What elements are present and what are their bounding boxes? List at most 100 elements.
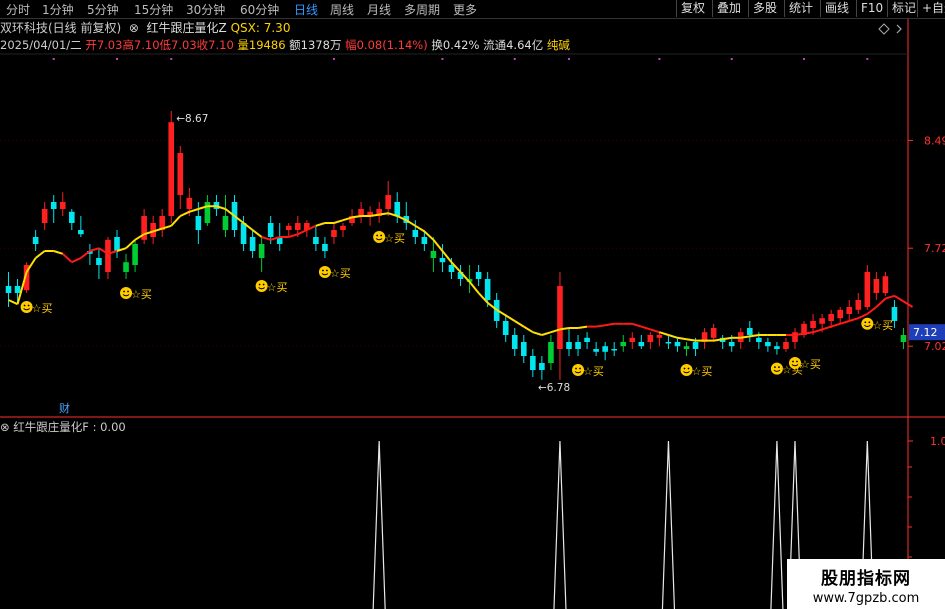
candle-body: [855, 300, 862, 310]
ma-line-segment: [713, 338, 723, 342]
ma-line-segment: [812, 328, 823, 334]
ma-line-segment: [686, 338, 696, 342]
mark-button[interactable]: 标记: [887, 0, 920, 17]
candle-body: [96, 258, 102, 265]
tab-15min[interactable]: 15分钟: [134, 1, 173, 18]
top-marker-dot: [170, 58, 173, 60]
tab-monthly[interactable]: 月线: [367, 1, 391, 18]
candle-body: [14, 286, 21, 293]
sub-indicator-toggle-icon[interactable]: ⊗: [0, 420, 13, 434]
stats-button[interactable]: 统计: [784, 0, 817, 17]
buy-signal-eye: [575, 367, 577, 370]
candle-body: [584, 337, 590, 342]
candle-body: [530, 356, 536, 370]
candle-body: [810, 321, 816, 328]
buy-signal-eye: [864, 321, 867, 324]
indicator-toggle-icon[interactable]: ⊗: [125, 21, 143, 35]
top-marker-dot: [658, 58, 661, 60]
ma-line-segment: [893, 294, 905, 303]
ma-line-segment: [369, 213, 380, 217]
finance-marker[interactable]: 财: [59, 401, 70, 415]
buy-signal-label: ☆买: [131, 288, 152, 301]
ma-line-segment: [80, 250, 91, 259]
ma-line-segment: [8, 299, 18, 306]
candle-body: [520, 342, 527, 356]
quote-low: 低7.03: [159, 38, 197, 52]
current-price-label: 7.12: [913, 326, 938, 339]
ma-line-segment: [179, 210, 190, 217]
candle-body: [593, 349, 599, 352]
quote-turnover: 换0.42%: [431, 38, 480, 52]
candle-body: [385, 195, 392, 209]
candle-body: [864, 272, 871, 307]
ma-line-segment: [62, 253, 73, 263]
ma-line-segment: [532, 331, 543, 336]
candle-body: [285, 225, 292, 230]
tab-30min[interactable]: 30分钟: [186, 1, 225, 18]
fuquan-button[interactable]: 复权: [676, 0, 709, 17]
f10-button[interactable]: F10: [856, 0, 887, 17]
ma-line-segment: [523, 325, 534, 334]
candle-body: [792, 332, 798, 342]
tab-multi-period[interactable]: 多周期: [404, 1, 440, 18]
candle-body: [448, 265, 455, 272]
tab-60min[interactable]: 60分钟: [240, 1, 279, 18]
diamond-icon[interactable]: [878, 23, 890, 35]
spike-mark: [661, 440, 676, 609]
tab-daily[interactable]: 日线: [294, 1, 318, 18]
candle-body: [132, 244, 138, 265]
candle-body: [728, 342, 735, 347]
top-marker-dot: [568, 58, 570, 60]
ma-line-segment: [189, 208, 199, 213]
candle-body: [50, 202, 57, 209]
add-favorite-button[interactable]: +自选: [917, 0, 945, 17]
candle-body: [195, 216, 202, 230]
candle-body: [882, 276, 889, 293]
quote-open: 开7.03: [85, 38, 123, 52]
candle-body: [123, 262, 129, 272]
ma-line-segment: [595, 324, 606, 328]
buy-signal-eye: [376, 234, 379, 237]
candle-body: [900, 335, 907, 342]
buy-signal-eye: [127, 290, 129, 293]
ma-line-segment: [650, 328, 660, 334]
tab-fenshi[interactable]: 分时: [6, 1, 30, 18]
y-tick-label: 7.02: [924, 340, 945, 353]
candle-body: [692, 342, 699, 349]
tab-1min[interactable]: 1分钟: [42, 1, 74, 18]
candle-body: [656, 335, 663, 338]
buy-signal-eye: [123, 290, 125, 293]
overlay-button[interactable]: 叠加: [712, 0, 745, 17]
tab-5min[interactable]: 5分钟: [87, 1, 119, 18]
buy-signal-eye: [778, 366, 780, 368]
tab-weekly[interactable]: 周线: [330, 1, 354, 18]
ma-line-segment: [261, 236, 271, 241]
tab-more[interactable]: 更多: [453, 1, 477, 18]
top-marker-dot: [866, 58, 869, 60]
candle-body: [267, 223, 274, 237]
candle-body: [168, 122, 175, 216]
draw-button[interactable]: 画线: [820, 0, 853, 17]
ma-line-segment: [839, 320, 850, 325]
candle-body: [557, 286, 563, 349]
ma-line-segment: [468, 281, 480, 294]
ma-line-segment: [875, 297, 887, 308]
candle-body: [41, 209, 48, 223]
ma-line-segment: [71, 257, 82, 264]
candle-body: [710, 328, 717, 338]
chart-canvas: 8.497.727.02☆买☆买☆买☆买☆买☆买☆买☆买☆买☆买←8.67←6.…: [0, 18, 945, 609]
ma-line-segment: [432, 239, 444, 252]
y-tick-label: 7.72: [924, 242, 945, 255]
candle-body: [32, 237, 39, 244]
ma-line-segment: [541, 331, 552, 336]
quote-change: 幅0.08(1.14%): [345, 38, 428, 52]
top-marker-dot: [332, 58, 335, 60]
ma-line-segment: [857, 313, 868, 320]
candle-body: [240, 223, 247, 244]
buy-signal-eye: [579, 367, 581, 370]
multi-stock-button[interactable]: 多股: [748, 0, 781, 17]
candle-body: [78, 230, 84, 235]
chevron-right-icon[interactable]: [896, 24, 902, 34]
candle-body: [331, 230, 337, 237]
ma-line-segment: [803, 331, 814, 335]
